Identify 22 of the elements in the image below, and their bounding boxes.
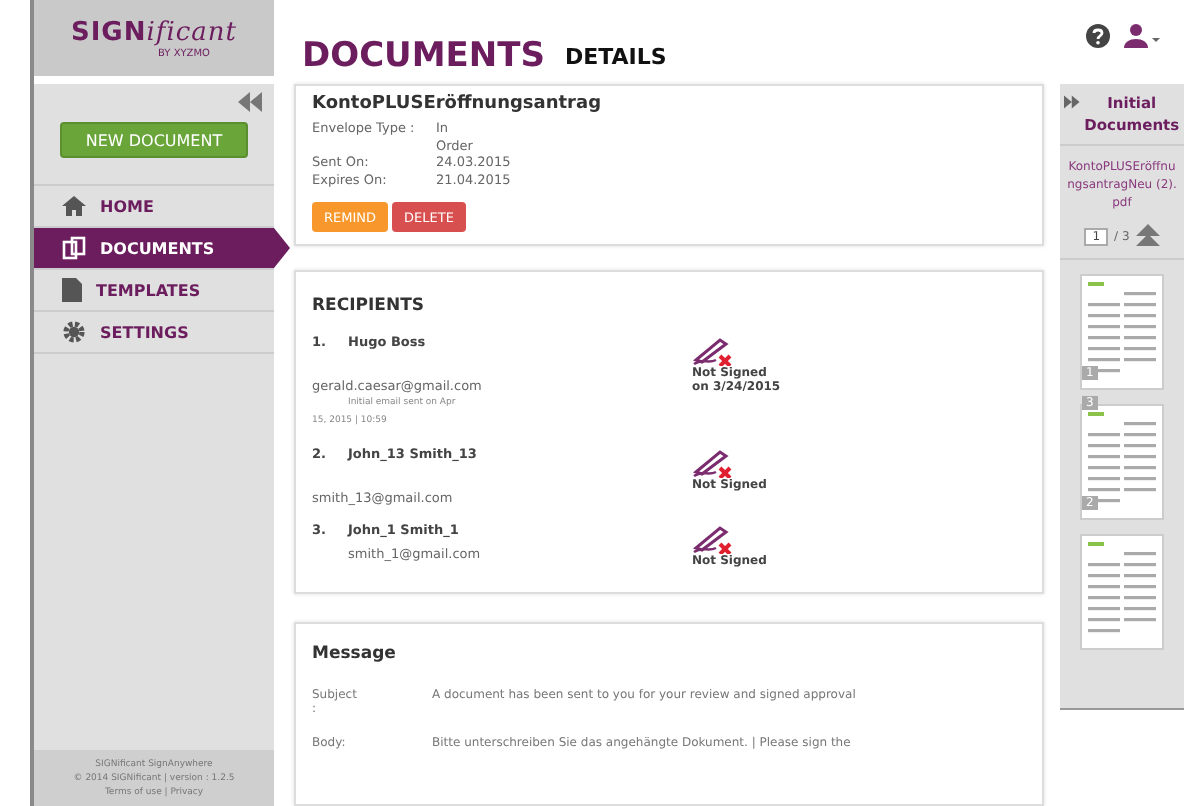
page-subtitle: DETAILS xyxy=(564,44,667,70)
page-up-icon[interactable] xyxy=(1135,224,1160,248)
home-icon xyxy=(62,196,86,216)
page-title: DOCUMENTS xyxy=(302,36,545,76)
pen-cross-icon xyxy=(692,522,732,554)
expand-icon[interactable] xyxy=(1064,92,1080,112)
file-icon xyxy=(62,278,82,302)
logo: SIGNificant xyxy=(70,17,237,47)
documents-icon xyxy=(62,236,86,260)
page-thumbnail[interactable] xyxy=(1080,534,1164,650)
pen-cross-icon xyxy=(692,446,732,478)
section-title: RECIPIENTS xyxy=(312,296,426,316)
nav-item[interactable]: SETTINGS xyxy=(34,312,274,354)
settings-icon xyxy=(62,320,86,344)
help-icon[interactable] xyxy=(1085,24,1109,48)
new-document-button[interactable]: NEW DOCUMENT xyxy=(60,122,248,158)
document-name: KontoPLUSEröffnungsantrag xyxy=(312,94,604,114)
user-menu-icon[interactable] xyxy=(1123,24,1159,48)
section-title: Message xyxy=(312,644,398,664)
pen-cross-icon xyxy=(692,334,732,366)
collapse-icon[interactable] xyxy=(238,92,262,112)
nav-item[interactable]: TEMPLATES xyxy=(34,270,274,312)
